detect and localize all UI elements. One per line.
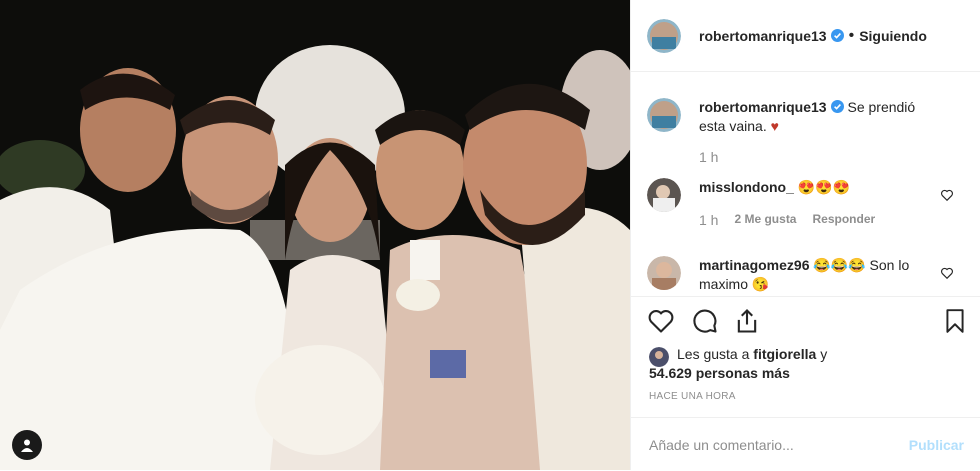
reply-button[interactable]: Responder xyxy=(812,212,875,228)
following-button[interactable]: Siguiendo xyxy=(859,28,927,44)
post-image xyxy=(0,0,630,470)
comment-like-heart-icon[interactable] xyxy=(940,188,954,202)
liker-avatar[interactable] xyxy=(649,347,669,367)
comment-time[interactable]: 1 h xyxy=(699,212,718,228)
comment-username[interactable]: martinagomez96 xyxy=(699,257,809,273)
likes-count[interactable]: 54.629 personas más xyxy=(649,365,790,381)
user-tag-icon[interactable] xyxy=(12,430,42,460)
comments-list: robertomanrique13 Se prendió esta vaina.… xyxy=(631,72,980,296)
likes-summary: Les gusta a fitgiorella y 54.629 persona… xyxy=(649,345,827,383)
post-header: robertomanrique13 • Siguiendo xyxy=(631,0,980,72)
verified-icon xyxy=(830,99,844,113)
post-timestamp[interactable]: HACE UNA HORA xyxy=(649,391,736,402)
heart-icon[interactable] xyxy=(647,307,675,340)
caption: robertomanrique13 Se prendió esta vaina.… xyxy=(631,98,980,165)
post-photo[interactable] xyxy=(0,0,630,470)
add-comment-bar: Publicar xyxy=(631,417,980,471)
publish-button[interactable]: Publicar xyxy=(909,437,964,453)
comment-avatar[interactable] xyxy=(647,256,681,290)
verified-icon xyxy=(830,29,844,42)
comment-item: martinagomez96 😂😂😂 Son lo maximo 😘 xyxy=(631,256,980,294)
caption-time[interactable]: 1 h xyxy=(699,149,718,165)
caption-heart-emoji: ♥ xyxy=(770,118,779,134)
likes-prefix: Les gusta a xyxy=(677,346,750,362)
comment-item: misslondono_ 😍😍😍 1 h 2 Me gusta Responde… xyxy=(631,178,980,228)
comment-avatar[interactable] xyxy=(647,178,681,212)
caption-username[interactable]: robertomanrique13 xyxy=(699,99,827,115)
comment-likes[interactable]: 2 Me gusta xyxy=(734,212,796,228)
bookmark-icon[interactable] xyxy=(942,307,968,340)
caption-avatar[interactable] xyxy=(647,98,681,132)
likes-suffix: y xyxy=(820,346,828,362)
separator-dot: • xyxy=(848,26,855,44)
author-avatar[interactable] xyxy=(647,18,681,53)
comment-username[interactable]: misslondono_ xyxy=(699,179,794,195)
share-icon[interactable] xyxy=(733,307,761,340)
comment-like-heart-icon[interactable] xyxy=(940,266,954,280)
liker-username[interactable]: fitgiorella xyxy=(753,346,816,362)
comment-text: 😍😍😍 xyxy=(797,179,851,195)
post-actions: Les gusta a fitgiorella y 54.629 persona… xyxy=(631,296,980,471)
author-username[interactable]: robertomanrique13 xyxy=(699,28,827,44)
comment-icon[interactable] xyxy=(691,307,719,340)
action-icons xyxy=(647,307,968,337)
comment-input[interactable] xyxy=(647,435,909,454)
post-panel: robertomanrique13 • Siguiendo robertoman… xyxy=(630,0,980,470)
